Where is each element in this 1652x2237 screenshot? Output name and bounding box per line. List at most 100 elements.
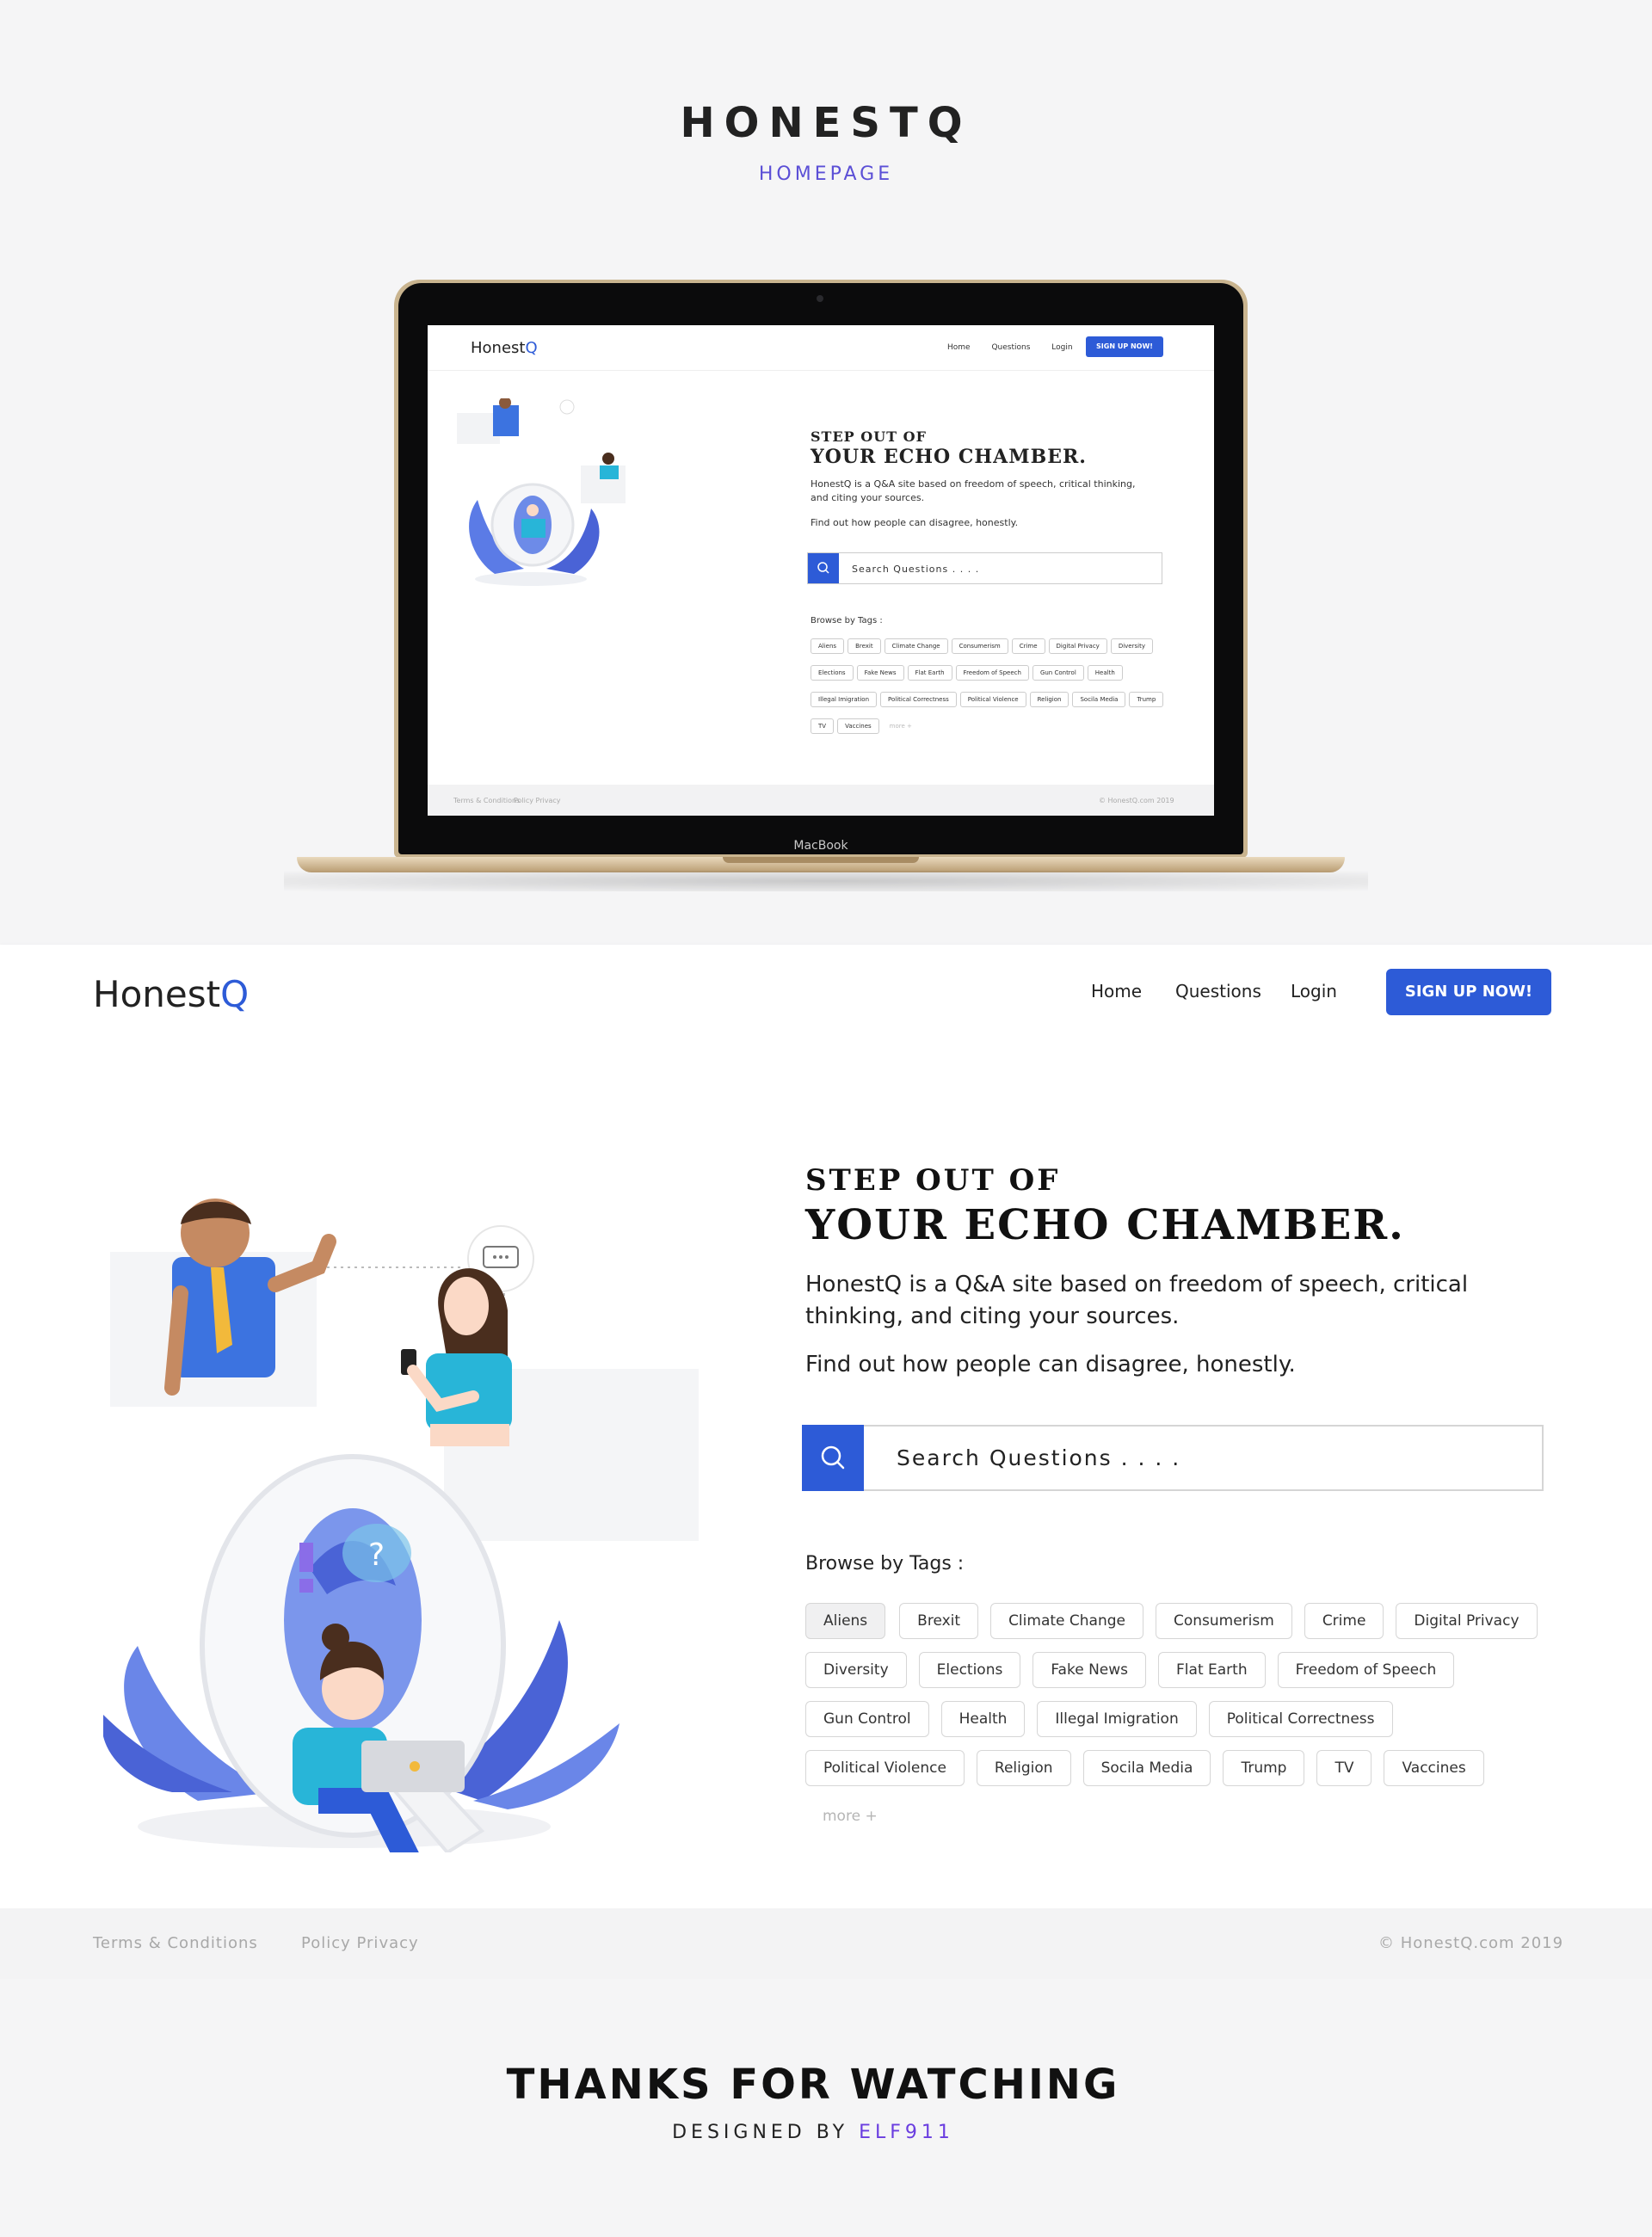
- device-label: MacBook: [793, 839, 848, 853]
- tag-religion[interactable]: Religion: [976, 1750, 1071, 1786]
- mini-tag: Flat Earth: [907, 665, 952, 681]
- mini-nav-home: Home: [947, 343, 971, 352]
- hero-paragraph2: Find out how people can disagree, honest…: [805, 1352, 1296, 1377]
- mini-footer: Terms & Conditions Policy Privacy © Hone…: [428, 785, 1214, 816]
- mini-tag: Health: [1087, 665, 1123, 681]
- mini-tag: Freedom of Speech: [955, 665, 1029, 681]
- signup-button[interactable]: SIGN UP NOW!: [1386, 969, 1551, 1015]
- mini-tag: Aliens: [811, 638, 845, 654]
- hero-paragraph1: HonestQ is a Q&A site based on freedom o…: [805, 1272, 1469, 1329]
- tag-aliens[interactable]: Aliens: [805, 1603, 886, 1639]
- laptop-notch: [723, 857, 919, 863]
- hero-illustration: ?: [103, 1199, 699, 1852]
- mini-tag: Crime: [1011, 638, 1045, 654]
- nav-login[interactable]: Login: [1291, 981, 1337, 1001]
- tag-political-violence[interactable]: Political Violence: [805, 1750, 965, 1786]
- tag-tv[interactable]: TV: [1316, 1750, 1372, 1786]
- mini-footer-terms: Terms & Conditions: [453, 797, 521, 804]
- mini-navbar: HonestQ Home Questions Login SIGN UP NOW…: [428, 325, 1214, 371]
- tag-freedom-of-speech[interactable]: Freedom of Speech: [1277, 1652, 1455, 1688]
- presentation-title: HONESTQ: [680, 99, 972, 147]
- navbar: HonestQ Home Questions Login SIGN UP NOW…: [0, 945, 1652, 1039]
- mini-tag: Trump: [1129, 692, 1164, 707]
- tag-gun-control[interactable]: Gun Control: [805, 1701, 929, 1737]
- search-icon: [821, 1445, 845, 1470]
- closing-title: THANKS FOR WATCHING: [506, 2061, 1120, 2109]
- laptop-screen: HonestQ Home Questions Login SIGN UP NOW…: [428, 325, 1214, 816]
- laptop-mockup: HonestQ Home Questions Login SIGN UP NOW…: [394, 280, 1248, 860]
- mini-nav-links: Home Questions Login: [947, 343, 1092, 352]
- tag-illegal-imigration[interactable]: Illegal Imigration: [1037, 1701, 1197, 1737]
- nav-questions[interactable]: Questions: [1175, 981, 1261, 1001]
- svg-text:?: ?: [368, 1538, 385, 1573]
- mini-paragraph2: Find out how people can disagree, honest…: [811, 517, 1019, 528]
- footer-terms-link[interactable]: Terms & Conditions: [93, 1934, 258, 1952]
- tag-flat-earth[interactable]: Flat Earth: [1158, 1652, 1266, 1688]
- mini-tag: Political Correctness: [880, 692, 957, 707]
- footer: Terms & Conditions Policy Privacy © Hone…: [0, 1908, 1652, 1979]
- mini-tag: Socila Media: [1072, 692, 1126, 707]
- mini-tag: TV: [811, 718, 835, 734]
- search-button[interactable]: [802, 1425, 864, 1491]
- mini-tag: Fake News: [856, 665, 904, 681]
- mini-nav-login: Login: [1051, 343, 1073, 352]
- hero-heading-small: STEP OUT OF: [805, 1163, 1061, 1198]
- hero-section: ? STEP OUT OF YOUR ECHO CHAMBER. HonestQ…: [0, 1039, 1652, 1908]
- tag-political-correctness[interactable]: Political Correctness: [1208, 1701, 1393, 1737]
- nav-home[interactable]: Home: [1091, 981, 1142, 1001]
- mini-footer-privacy: Policy Privacy: [514, 797, 561, 804]
- presentation-subtitle: HOMEPAGE: [758, 163, 894, 185]
- mini-tag: Consumerism: [951, 638, 1008, 654]
- tag-list: Aliens Brexit Climate Change Consumerism Cri…: [805, 1603, 1563, 1848]
- mini-tag: Political Violence: [959, 692, 1026, 707]
- mini-search-icon: [808, 553, 839, 583]
- more-tags-link[interactable]: more +: [805, 1799, 895, 1835]
- mini-tag: Digital Privacy: [1048, 638, 1107, 654]
- mini-tag: Elections: [811, 665, 854, 681]
- footer-copyright: © HonestQ.com 2019: [1378, 1934, 1564, 1952]
- mini-tag: Illegal Imigration: [811, 692, 878, 707]
- tag-climate-change[interactable]: Climate Change: [990, 1603, 1143, 1639]
- mini-more-link: more +: [889, 723, 912, 730]
- mini-tag: Vaccines: [837, 718, 879, 734]
- tag-fake-news[interactable]: Fake News: [1032, 1652, 1147, 1688]
- tag-socila-media[interactable]: Socila Media: [1082, 1750, 1211, 1786]
- mini-signup-button: SIGN UP NOW!: [1086, 336, 1163, 357]
- mini-browse-label: Browse by Tags :: [811, 616, 883, 625]
- tag-elections[interactable]: Elections: [918, 1652, 1021, 1688]
- tag-trump[interactable]: Trump: [1223, 1750, 1305, 1786]
- footer-privacy-link[interactable]: Policy Privacy: [301, 1934, 419, 1952]
- mini-tag: Brexit: [848, 638, 881, 654]
- mini-heading-big: YOUR ECHO CHAMBER.: [811, 446, 1087, 468]
- browse-tags-label: Browse by Tags :: [805, 1553, 965, 1575]
- search-bar[interactable]: Search Questions . . . .: [802, 1425, 1544, 1491]
- mini-heading-small: STEP OUT OF: [811, 428, 927, 445]
- mini-footer-copyright: © HonestQ.com 2019: [1099, 797, 1174, 804]
- mini-tag: Climate Change: [884, 638, 948, 654]
- mini-tag: Religion: [1029, 692, 1069, 707]
- search-input[interactable]: Search Questions . . . .: [897, 1445, 1180, 1470]
- mini-paragraph1: HonestQ is a Q&A site based on freedom o…: [811, 478, 1136, 503]
- tag-brexit[interactable]: Brexit: [899, 1603, 979, 1639]
- mini-nav-questions: Questions: [991, 343, 1031, 352]
- designer-name: ELF911: [859, 2122, 954, 2143]
- mini-tag-list: Aliens Brexit Climate Change Consumerism Cri…: [811, 635, 1172, 742]
- mini-search-placeholder: Search Questions . . . .: [852, 564, 980, 575]
- tag-vaccines[interactable]: Vaccines: [1384, 1750, 1484, 1786]
- laptop-shadow: [284, 871, 1368, 891]
- closing-credit: DESIGNED BY ELF911: [0, 2122, 1626, 2143]
- camera-icon: [817, 295, 823, 302]
- tag-diversity[interactable]: Diversity: [805, 1652, 907, 1688]
- hero-heading-big: YOUR ECHO CHAMBER.: [805, 1201, 1405, 1249]
- logo[interactable]: HonestQ: [93, 973, 249, 1015]
- mini-logo: HonestQ: [471, 339, 538, 357]
- mini-hero-illustration: [457, 398, 626, 586]
- tag-digital-privacy[interactable]: Digital Privacy: [1396, 1603, 1538, 1639]
- tag-crime[interactable]: Crime: [1304, 1603, 1384, 1639]
- designed-by-label: DESIGNED BY: [672, 2122, 849, 2143]
- mini-tag: Diversity: [1110, 638, 1153, 654]
- mini-search-bar: Search Questions . . . .: [807, 552, 1162, 584]
- tag-consumerism[interactable]: Consumerism: [1155, 1603, 1292, 1639]
- tag-health[interactable]: Health: [940, 1701, 1026, 1737]
- mini-tag: Gun Control: [1032, 665, 1084, 681]
